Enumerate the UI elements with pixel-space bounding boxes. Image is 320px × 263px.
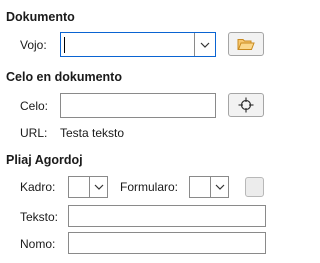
chevron-down-icon (215, 184, 224, 190)
chevron-down-icon (94, 184, 103, 190)
form-combobox[interactable] (189, 176, 229, 198)
form-label: Formularo: (120, 180, 179, 194)
path-combobox[interactable] (60, 32, 216, 57)
form-dropdown-button[interactable] (210, 177, 228, 197)
crosshair-target-icon (238, 97, 254, 113)
browse-document-button[interactable] (228, 32, 264, 56)
text-caret (64, 37, 65, 53)
path-label: Vojo: (20, 38, 47, 52)
form-input[interactable] (190, 177, 210, 197)
name-label: Nomo: (20, 237, 56, 251)
chevron-down-icon (200, 42, 210, 48)
path-dropdown-button[interactable] (194, 33, 215, 56)
events-button[interactable] (245, 177, 264, 197)
target-label: Celo: (20, 99, 49, 113)
folder-open-icon (237, 39, 255, 50)
settings-section-title: Pliaj Agordoj (6, 153, 83, 167)
frame-combobox[interactable] (68, 176, 108, 198)
document-section-title: Dokumento (6, 10, 75, 24)
frame-input[interactable] (69, 177, 89, 197)
name-input[interactable] (68, 232, 266, 254)
target-section-title: Celo en dokumento (6, 70, 122, 84)
text-label: Teksto: (20, 210, 59, 224)
frame-dropdown-button[interactable] (89, 177, 107, 197)
target-input[interactable] (60, 93, 216, 118)
target-in-document-button[interactable] (228, 93, 264, 117)
frame-label: Kadro: (20, 180, 56, 194)
url-label: URL: (20, 126, 48, 140)
url-value: Testa teksto (60, 126, 125, 140)
text-input[interactable] (68, 205, 266, 227)
path-input[interactable] (61, 33, 194, 56)
